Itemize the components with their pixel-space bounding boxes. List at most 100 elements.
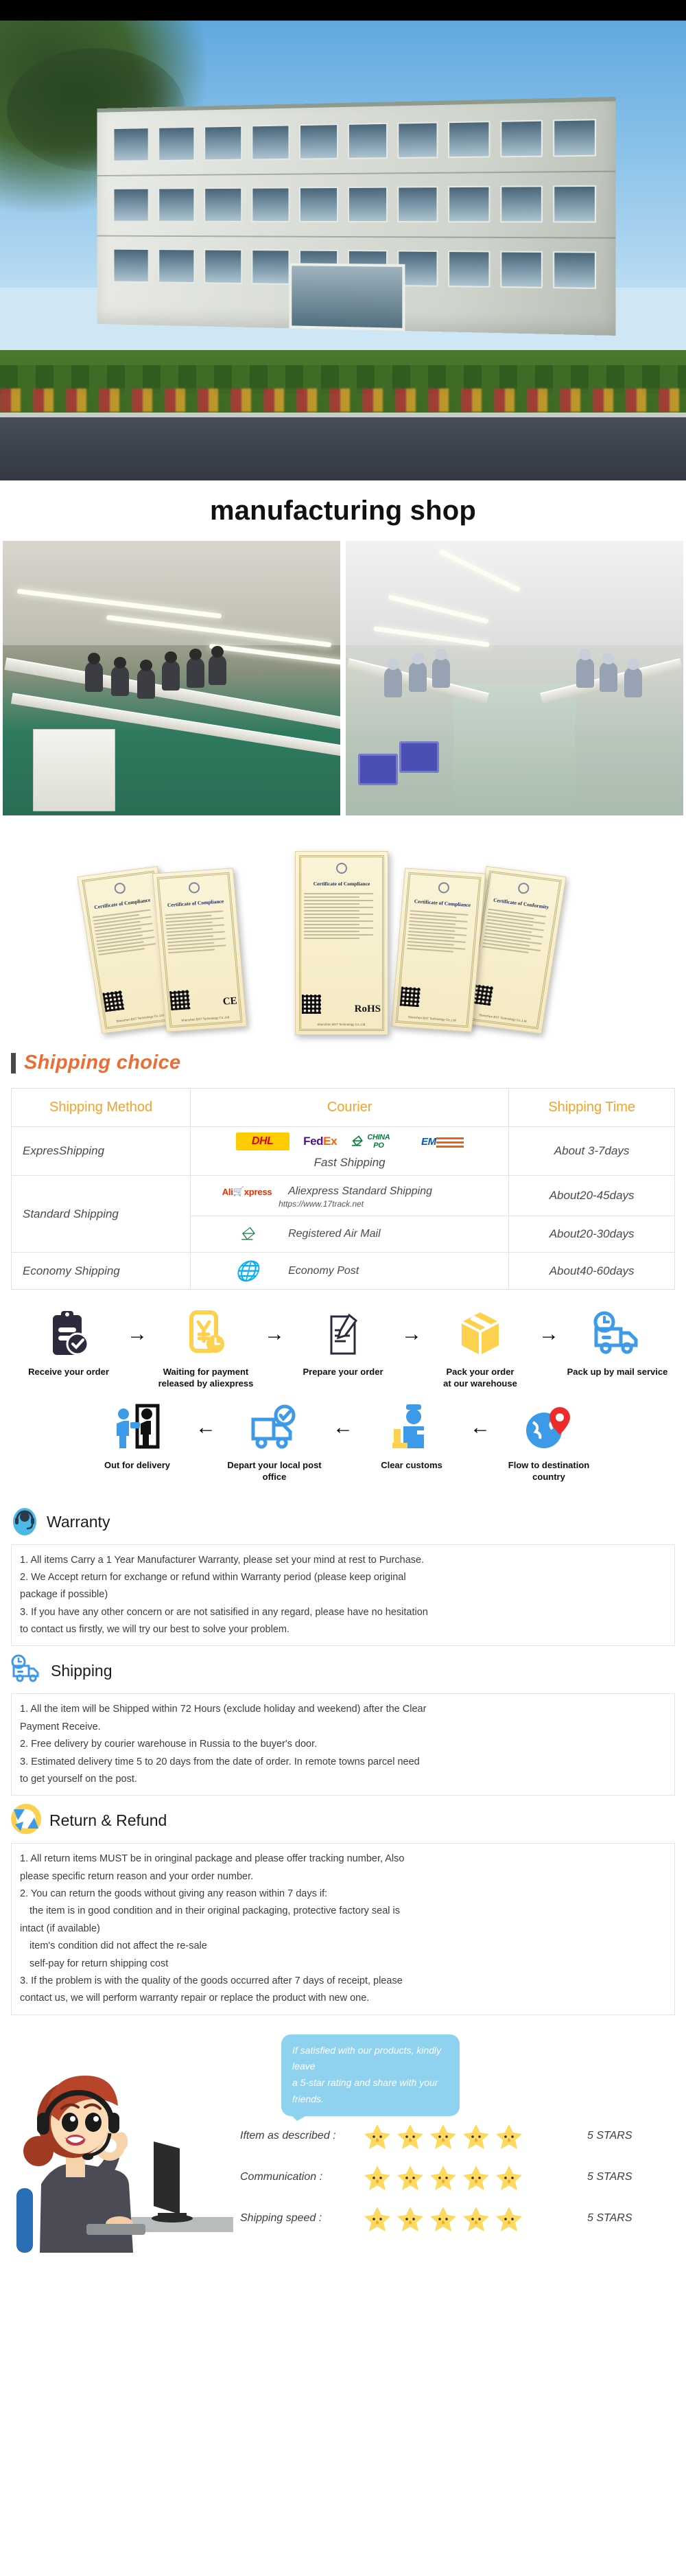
certificate-mark-rohs: RoHS bbox=[354, 1003, 381, 1014]
courier-logo-strip: DHL Fed Ex ⎒ CHINA PO EMS bbox=[198, 1133, 501, 1150]
curb bbox=[0, 413, 686, 417]
flow-step-destination-country: Flow to destination country bbox=[495, 1400, 603, 1483]
table-header-row: Shipping Method Courier Shipping Time bbox=[10, 1088, 675, 1127]
policy-line: 1. All return items MUST be in oringinal… bbox=[20, 1853, 405, 1865]
policy-line: item's condition did not affect the re-s… bbox=[29, 1940, 207, 1952]
header-accent-bar bbox=[11, 1052, 16, 1074]
flow-step-label: Pack your order at our warehouse bbox=[443, 1367, 517, 1389]
united-nations-logo-icon: 🌐 bbox=[235, 1260, 259, 1281]
star-icon bbox=[496, 2206, 522, 2231]
certificate-card-front: Certificate of Compliance RoHS Shenzhen … bbox=[295, 851, 388, 1035]
manufacturing-shop-title: manufacturing shop bbox=[209, 495, 477, 526]
star-icon bbox=[430, 2206, 456, 2231]
flow-step-label: Prepare your order bbox=[303, 1367, 383, 1377]
star-icon bbox=[364, 2165, 390, 2190]
rating-stars[interactable] bbox=[364, 2122, 569, 2150]
rating-label: Iftem as described : bbox=[240, 2129, 336, 2142]
building-entrance bbox=[289, 263, 405, 332]
policy-line: intact (if available) bbox=[20, 1923, 100, 1934]
courier-aliexpress: Ali 🛒 xpress Aliexpress Standard Shipping … bbox=[190, 1175, 510, 1216]
shipping-title: Shipping bbox=[51, 1662, 113, 1680]
rating-value: 5 STARS bbox=[587, 2170, 632, 2183]
flow-step-label: Flow to destination country bbox=[508, 1459, 590, 1482]
flow-step-out-for-delivery: Out for delivery bbox=[83, 1400, 191, 1472]
bubble-line-1: If satisfied with our products, kindly l… bbox=[292, 2044, 442, 2072]
star-icon bbox=[430, 2165, 456, 2190]
flow-step-label: Clear customs bbox=[381, 1459, 442, 1470]
certificate-mark-ce: CE bbox=[222, 995, 238, 1008]
star-icon bbox=[397, 2206, 423, 2231]
flow-step-pack-order: Pack your order at our warehouse bbox=[426, 1306, 534, 1390]
fedex-logo-icon: Fed Ex bbox=[303, 1135, 338, 1148]
certificates-display: Certificate of Compliance Shenzhen BST T… bbox=[0, 831, 686, 1036]
policy-line: the item is in good condition and in the… bbox=[29, 1905, 401, 1917]
certificate-title: Certificate of Compliance bbox=[313, 881, 370, 887]
flow-arrow-icon: ← bbox=[333, 1415, 353, 1439]
star-icon bbox=[364, 2124, 390, 2149]
time-aliexpress: About20-45days bbox=[508, 1175, 675, 1216]
china-post-logo-icon: ⎒ CHINA PO bbox=[351, 1133, 390, 1150]
product-detail-page: manufacturing shop Certificate of Compli… bbox=[0, 0, 686, 2253]
shipping-options-table: Shipping Method Courier Shipping Time Ex… bbox=[10, 1088, 675, 1290]
factory-hero-image bbox=[0, 21, 686, 480]
star-icon bbox=[463, 2206, 489, 2231]
courier-name-express: Fast Shipping bbox=[314, 1156, 386, 1169]
rating-value: 5 STARS bbox=[587, 2212, 632, 2224]
order-process-flow: Receive your order → Waiting for payment… bbox=[0, 1294, 686, 1487]
rating-stars[interactable] bbox=[364, 2205, 569, 2232]
delivery-truck-clock-icon bbox=[563, 1306, 672, 1362]
col-header-courier: Courier bbox=[190, 1088, 510, 1127]
customer-service-agent-illustration bbox=[7, 2054, 233, 2253]
document-pen-icon bbox=[289, 1306, 397, 1362]
policy-line: self-pay for return shipping cost bbox=[29, 1958, 169, 1969]
rating-stars[interactable] bbox=[364, 2163, 569, 2191]
rating-row: Iftem as described : 5 STARS bbox=[240, 2115, 679, 2157]
package-box-icon bbox=[426, 1306, 534, 1362]
bubble-line-2: a 5-star rating and share with your frie… bbox=[292, 2077, 438, 2105]
shipping-choice-title: Shipping choice bbox=[24, 1052, 181, 1074]
flow-step-mail-service: Pack up by mail service bbox=[563, 1306, 672, 1378]
warranty-text-box: 1. All items Carry a 1 Year Manufacturer… bbox=[11, 1544, 675, 1647]
flow-arrow-icon: → bbox=[539, 1323, 559, 1345]
customs-officer-icon bbox=[357, 1400, 466, 1456]
flow-step-label: Pack up by mail service bbox=[567, 1367, 668, 1377]
flow-arrow-icon: → bbox=[401, 1323, 422, 1345]
rating-label: Shipping speed : bbox=[240, 2212, 322, 2224]
col-header-method: Shipping Method bbox=[10, 1088, 191, 1127]
policy-line: 3. If the problem is with the quality of… bbox=[20, 1975, 403, 1986]
factory-building bbox=[97, 97, 616, 336]
return-refund-title: Return & Refund bbox=[49, 1811, 167, 1830]
warranty-header: Warranty bbox=[11, 1505, 675, 1539]
star-icon bbox=[397, 2124, 423, 2149]
tracking-url[interactable]: https://www.17track.net bbox=[279, 1199, 364, 1209]
flow-arrow-icon: ← bbox=[196, 1415, 216, 1439]
policy-line: 3. Estimated delivery time 5 to 20 days … bbox=[20, 1756, 420, 1767]
workshop-photo-2 bbox=[346, 541, 683, 815]
star-icon bbox=[364, 2206, 390, 2231]
star-icon bbox=[397, 2165, 423, 2190]
handover-delivery-icon bbox=[83, 1400, 191, 1456]
policy-line: 2. We Accept return for exchange or refu… bbox=[20, 1571, 406, 1583]
workshop-photo-1 bbox=[3, 541, 340, 815]
rating-label: Communication : bbox=[240, 2170, 323, 2183]
globe-pin-icon bbox=[495, 1400, 603, 1456]
clipboard-check-icon bbox=[14, 1306, 123, 1362]
rating-row: Shipping speed : 5 STARS bbox=[240, 2198, 679, 2239]
flow-step-label: Receive your order bbox=[28, 1367, 109, 1377]
shipping-header: Shipping bbox=[11, 1654, 675, 1688]
rating-row: Communication : 5 STARS bbox=[240, 2157, 679, 2198]
truck-clock-icon bbox=[11, 1654, 43, 1688]
shipping-table-wrapper: Shipping Method Courier Shipping Time Ex… bbox=[0, 1081, 686, 1294]
return-refund-header: Return & Refund bbox=[11, 1804, 675, 1837]
time-economy: About40-60days bbox=[508, 1252, 675, 1290]
table-row-express: ExpresShipping DHL Fed Ex ⎒ CHINA PO EMS F… bbox=[10, 1126, 675, 1176]
policy-line: to get yourself on the post. bbox=[20, 1773, 137, 1785]
shipping-text-box: 1. All the item will be Shipped within 7… bbox=[11, 1693, 675, 1796]
time-air-mail: About20-30days bbox=[508, 1216, 675, 1253]
policies-section: Warranty 1. All items Carry a 1 Year Man… bbox=[0, 1487, 686, 2015]
time-express: About 3-7days bbox=[508, 1126, 675, 1176]
flow-step-label: Depart your local post office bbox=[227, 1459, 322, 1482]
policy-line: to contact us firstly, we will try our b… bbox=[20, 1624, 289, 1636]
aliexpress-logo-icon: Ali 🛒 xpress bbox=[222, 1186, 272, 1197]
headset-support-icon bbox=[11, 1505, 38, 1539]
